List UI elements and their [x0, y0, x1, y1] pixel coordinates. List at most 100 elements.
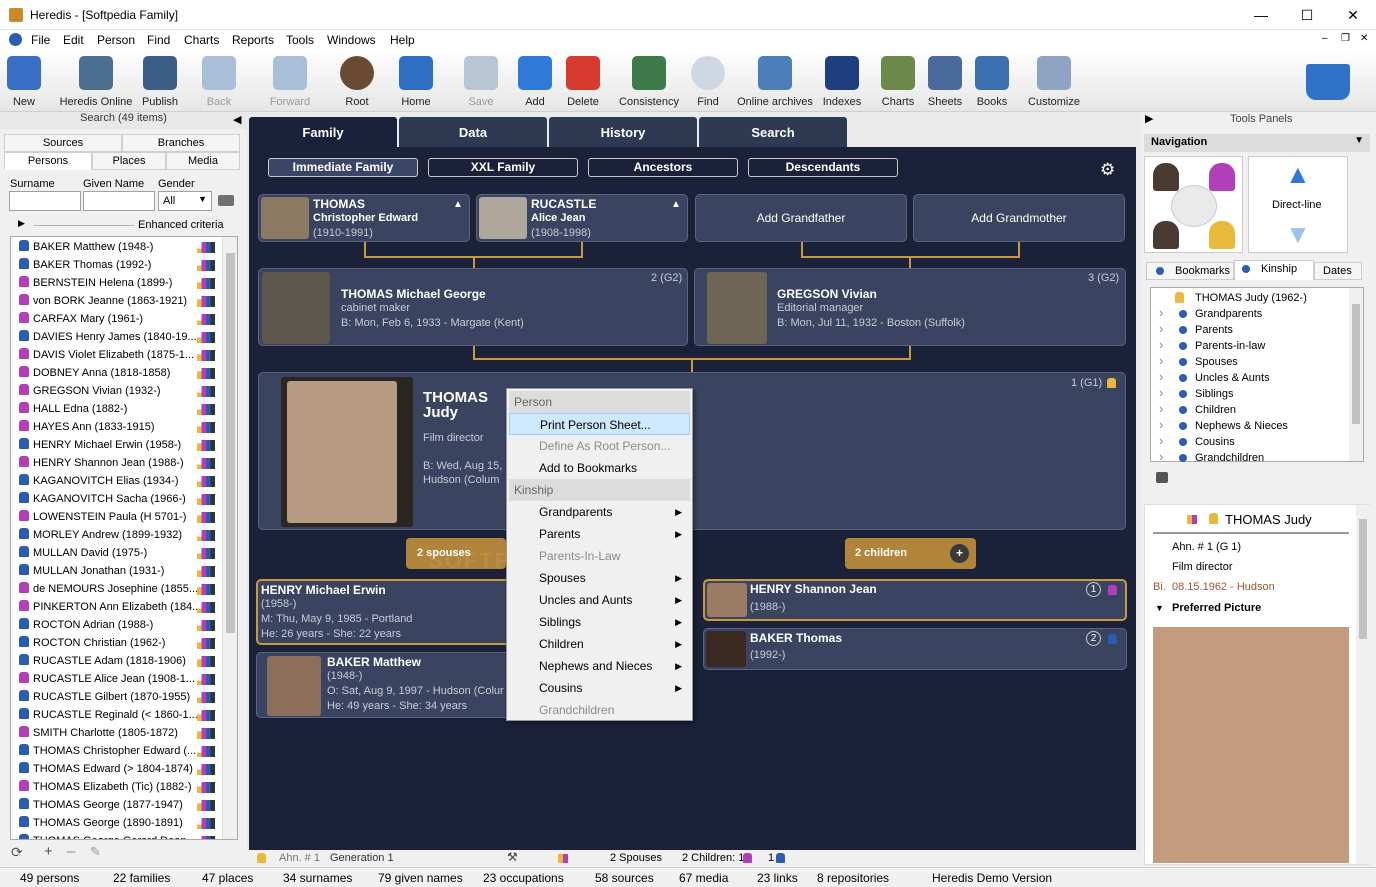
toolbar-save-button[interactable]: Save [460, 52, 502, 110]
person-list-item[interactable]: PINKERTON Ann Elizabeth (184... [11, 598, 226, 616]
nav-grandfather-icon[interactable] [1153, 163, 1179, 191]
menu-charts[interactable]: Charts [184, 33, 219, 47]
person-list-item[interactable]: BAKER Matthew (1948-) [11, 238, 226, 256]
person-list-item[interactable]: THOMAS Edward (> 1804-1874) [11, 760, 226, 778]
mdi-minimize-button[interactable]: – [1322, 33, 1328, 44]
person-list-item[interactable]: GREGSON Vivian (1932-) [11, 382, 226, 400]
tab-dates[interactable]: Dates [1314, 262, 1362, 280]
expand-icon[interactable]: › [1159, 321, 1163, 337]
refresh-icon[interactable]: ⟳ [11, 844, 23, 861]
list-scrollbar[interactable] [222, 237, 237, 839]
collapse-left-panel-icon[interactable]: ◀ [233, 113, 241, 126]
person-list-item[interactable]: LOWENSTEIN Paula (H 5701-) [11, 508, 226, 526]
kinship-tree-item[interactable]: › Uncles & Aunts [1151, 369, 1347, 386]
collapse-up-icon[interactable]: ▲ [671, 199, 681, 210]
settings-gear-icon[interactable]: ⚙ [1100, 160, 1115, 180]
toolbar-publish-button[interactable]: Publish [138, 52, 182, 110]
grandparent-card-paternal[interactable]: THOMAS Christopher Edward (1910-1991) ▲ [258, 194, 470, 242]
subtab-ancestors[interactable]: Ancestors [588, 158, 738, 177]
child-card-1[interactable]: HENRY Shannon Jean (1988-) 1 [703, 579, 1127, 621]
context-item-spouses[interactable]: Spouses ▶ [509, 567, 690, 589]
tab-history[interactable]: History [549, 117, 697, 148]
context-item-cousins[interactable]: Cousins ▶ [509, 677, 690, 699]
context-item-children[interactable]: Children ▶ [509, 633, 690, 655]
person-list-item[interactable]: MULLAN Jonathan (1931-) [11, 562, 226, 580]
toolbar-new-button[interactable]: New [4, 52, 44, 110]
subtab-xxl-family[interactable]: XXL Family [428, 158, 578, 177]
tab-places[interactable]: Places [92, 152, 166, 170]
tab-media[interactable]: Media [166, 152, 240, 170]
kinship-tree-item[interactable]: › Grandchildren [1151, 449, 1347, 466]
given-name-input[interactable] [83, 191, 155, 211]
menu-reports[interactable]: Reports [232, 33, 274, 47]
context-item-add-to-bookmarks[interactable]: Add to Bookmarks [509, 457, 690, 479]
toolbar-sheets-button[interactable]: Sheets [925, 52, 965, 110]
toolbar-online-archives-button[interactable]: Online archives [734, 52, 816, 110]
tab-branches[interactable]: Branches [122, 134, 240, 152]
context-item-uncles-and-aunts[interactable]: Uncles and Aunts ▶ [509, 589, 690, 611]
menu-find[interactable]: Find [147, 33, 170, 47]
preferred-picture[interactable] [1153, 627, 1349, 863]
expand-icon[interactable]: › [1159, 353, 1163, 369]
tab-sources[interactable]: Sources [4, 134, 122, 152]
kinship-tree-item[interactable]: › Spouses [1151, 353, 1347, 370]
kinship-tree-item[interactable]: › Parents-in-law [1151, 337, 1347, 354]
nav-spouse-icon[interactable] [1153, 221, 1179, 249]
kinship-root-item[interactable]: THOMAS Judy (1962-) [1151, 290, 1347, 306]
up-arrow-icon[interactable]: ▲ [1285, 159, 1311, 190]
expand-icon[interactable]: › [1159, 449, 1163, 465]
gender-select[interactable]: All ▼ [158, 191, 212, 211]
add-child-button[interactable]: + [950, 544, 969, 563]
toolbar-root-button[interactable]: Root [336, 52, 378, 110]
father-card[interactable]: THOMAS Michael George cabinet maker B: M… [258, 268, 688, 346]
nav-family-icon[interactable] [1171, 185, 1217, 227]
context-item-print-person-sheet[interactable]: Print Person Sheet... [509, 413, 690, 435]
edit-person-icon[interactable]: ✎ [90, 844, 101, 860]
toolbar-home-button[interactable]: Home [394, 52, 438, 110]
kinship-tree-item[interactable]: › Grandparents [1151, 305, 1347, 322]
mother-card[interactable]: GREGSON Vivian Editorial manager B: Mon,… [694, 268, 1126, 346]
expand-icon[interactable]: › [1159, 417, 1163, 433]
enhanced-criteria-label[interactable]: Enhanced criteria [138, 219, 224, 231]
person-list-item[interactable]: THOMAS George Gerard Dean... [11, 832, 226, 839]
detail-scrollbar[interactable] [1356, 505, 1370, 864]
menu-help[interactable]: Help [390, 33, 415, 47]
person-list-item[interactable]: RUCASTLE Adam (1818-1906) [11, 652, 226, 670]
down-arrow-icon[interactable]: ▼ [1285, 219, 1311, 250]
expand-icon[interactable]: › [1159, 385, 1163, 401]
nav-grandmother-icon[interactable] [1209, 163, 1235, 191]
add-grandmother-button[interactable]: Add Grandmother [913, 194, 1125, 242]
clear-search-icon[interactable] [218, 195, 234, 206]
person-list-item[interactable]: HALL Edna (1882-) [11, 400, 226, 418]
person-list-item[interactable]: MULLAN David (1975-) [11, 544, 226, 562]
preferred-collapse-icon[interactable]: ▼ [1155, 603, 1164, 613]
toolbar-heredis-online-button[interactable]: Heredis Online [58, 52, 134, 110]
direct-line-widget[interactable]: ▲ Direct-line ▼ [1248, 156, 1348, 253]
tab-data[interactable]: Data [399, 117, 547, 148]
remove-person-icon[interactable]: – [67, 843, 75, 860]
person-list-item[interactable]: BERNSTEIN Helena (1899-) [11, 274, 226, 292]
kinship-tree-item[interactable]: › Siblings [1151, 385, 1347, 402]
context-item-siblings[interactable]: Siblings ▶ [509, 611, 690, 633]
grandparent-card-maternal[interactable]: RUCASTLE Alice Jean (1908-1998) ▲ [476, 194, 688, 242]
person-list-item[interactable]: von BORK Jeanne (1863-1921) [11, 292, 226, 310]
toolbar-add-button[interactable]: Add [514, 52, 556, 110]
person-list-item[interactable]: DOBNEY Anna (1818-1858) [11, 364, 226, 382]
menu-edit[interactable]: Edit [63, 33, 84, 47]
collapse-right-panel-icon[interactable]: ▶ [1145, 112, 1153, 125]
spouse-card-2[interactable]: BAKER Matthew (1948-) O: Sat, Aug 9, 199… [256, 652, 516, 718]
person-list-item[interactable]: CARFAX Mary (1961-) [11, 310, 226, 328]
mdi-close-button[interactable]: ✕ [1360, 33, 1368, 44]
expand-criteria-icon[interactable]: ▶ [18, 218, 25, 229]
mdi-restore-button[interactable]: ❐ [1341, 33, 1350, 44]
kinship-tree-item[interactable]: › Children [1151, 401, 1347, 418]
toolbar-find-button[interactable]: Find [688, 52, 728, 110]
subtab-descendants[interactable]: Descendants [748, 158, 898, 177]
add-grandfather-button[interactable]: Add Grandfather [695, 194, 907, 242]
close-button[interactable]: ✕ [1330, 0, 1376, 30]
lock-icon[interactable] [1156, 472, 1168, 483]
context-item-grandparents[interactable]: Grandparents ▶ [509, 501, 690, 523]
menu-windows[interactable]: Windows [327, 33, 376, 47]
menu-tools[interactable]: Tools [286, 33, 314, 47]
person-list-item[interactable]: KAGANOVITCH Elias (1934-) [11, 472, 226, 490]
